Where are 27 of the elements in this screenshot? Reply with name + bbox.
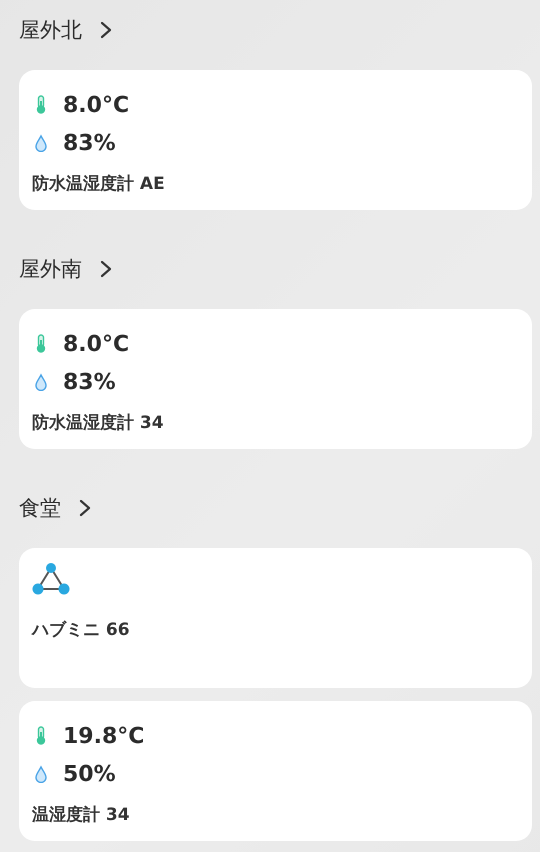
device-name: ハブミニ 66 [32, 619, 131, 641]
room-title[interactable]: 屋外北 [19, 16, 82, 44]
water-drop-icon [35, 134, 47, 152]
device-name: 防水温湿度計 AE [32, 173, 166, 195]
device-card[interactable]: 19.8°C 50% 温湿度計 34 [19, 701, 532, 841]
device-name: 温湿度計 34 [32, 804, 131, 826]
temperature-value: 19.8°C [63, 724, 144, 748]
hub-icon [32, 562, 70, 596]
water-drop-icon [35, 373, 47, 391]
room-title[interactable]: 屋外南 [19, 255, 82, 283]
thermometer-icon [35, 726, 47, 746]
chevron-icon[interactable] [100, 21, 112, 39]
chevron-icon[interactable] [100, 260, 112, 278]
device-card[interactable]: ハブミニ 66 [19, 548, 532, 688]
thermometer-icon [35, 95, 47, 115]
room-title[interactable]: 食堂 [19, 494, 61, 522]
temperature-value: 8.0°C [63, 332, 130, 356]
water-drop-icon [35, 765, 47, 783]
device-card[interactable]: 8.0°C 83% 防水温湿度計 AE [19, 70, 532, 210]
device-name: 防水温湿度計 34 [32, 412, 165, 434]
thermometer-icon [35, 334, 47, 354]
temperature-value: 8.0°C [63, 92, 130, 118]
device-card[interactable]: 8.0°C 83% 防水温湿度計 34 [19, 309, 532, 449]
humidity-value: 50% [63, 762, 116, 786]
humidity-value: 83% [63, 370, 116, 394]
chevron-icon[interactable] [79, 499, 91, 517]
humidity-value: 83% [63, 130, 116, 156]
